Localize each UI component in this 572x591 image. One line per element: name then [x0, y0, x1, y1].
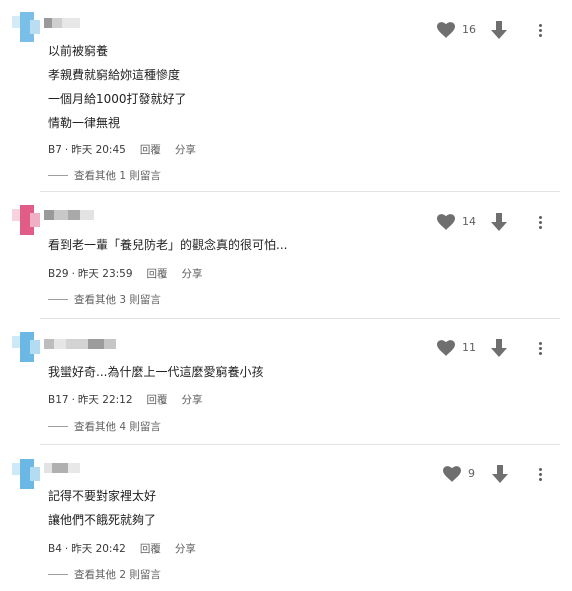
avatar[interactable] — [12, 332, 42, 362]
reply-thread-line — [48, 175, 68, 176]
share-button[interactable]: 分享 — [175, 142, 196, 157]
share-button[interactable]: 分享 — [182, 266, 203, 281]
view-replies-label: 查看其他 3 則留言 — [74, 294, 161, 306]
heart-icon[interactable] — [437, 340, 455, 356]
arrow-down-icon[interactable] — [492, 465, 508, 483]
comment-text-line: 看到老一輩「養兒防老」的觀念真的很可怕... — [48, 238, 288, 252]
view-replies-link[interactable]: 查看其他 1 則留言 — [48, 168, 161, 183]
avatar[interactable] — [12, 205, 42, 235]
view-replies-label: 查看其他 2 則留言 — [74, 569, 161, 581]
floor-number: B4 — [48, 542, 62, 555]
reply-thread-line — [48, 299, 68, 300]
like-count: 11 — [462, 341, 476, 354]
comment-text-line: 情勒一律無視 — [48, 116, 121, 130]
comment-item: 看到老一輩「養兒防老」的觀念真的很可怕... B29 · 昨天 23:59 回覆 … — [0, 192, 572, 318]
username-pixelated — [44, 463, 80, 473]
arrow-down-icon[interactable] — [491, 213, 507, 231]
comment-item: 記得不要對家裡太好 讓他們不餓死就夠了 B4 · 昨天 20:42 回覆 分享 查… — [0, 445, 572, 591]
more-options-icon[interactable] — [535, 214, 545, 231]
arrow-down-icon[interactable] — [491, 339, 507, 357]
comment-meta: B7 · 昨天 20:45 回覆 分享 — [48, 142, 196, 157]
comment-time: 昨天 20:42 — [71, 543, 126, 555]
comment-text-line: 記得不要對家裡太好 — [48, 489, 157, 503]
comment-text-line: 孝親費就窮給妳這種慘度 — [48, 68, 181, 82]
more-options-icon[interactable] — [535, 22, 545, 39]
avatar[interactable] — [12, 12, 42, 42]
like-count: 14 — [462, 215, 476, 228]
comment-text-line: 我蠻好奇...為什麼上一代這麼愛窮養小孩 — [48, 365, 264, 379]
comment-text-line: 讓他們不餓死就夠了 — [48, 513, 157, 527]
comment-time: 昨天 20:45 — [71, 144, 126, 156]
comment-item: 我蠻好奇...為什麼上一代這麼愛窮養小孩 B17 · 昨天 22:12 回覆 分享… — [0, 319, 572, 445]
username-pixelated — [44, 339, 116, 349]
reply-button[interactable]: 回覆 — [147, 392, 168, 407]
reply-button[interactable]: 回覆 — [140, 142, 161, 157]
comment-text-line: 一個月給1000打發就好了 — [48, 92, 187, 106]
floor-number: B29 — [48, 267, 69, 280]
reply-button[interactable]: 回覆 — [147, 266, 168, 281]
comment-text-line: 以前被窮養 — [48, 44, 109, 58]
comment-meta: B17 · 昨天 22:12 回覆 分享 — [48, 392, 203, 407]
username-pixelated — [44, 18, 80, 28]
reply-thread-line — [48, 574, 68, 575]
comment-meta: B29 · 昨天 23:59 回覆 分享 — [48, 266, 203, 281]
view-replies-link[interactable]: 查看其他 4 則留言 — [48, 419, 161, 434]
view-replies-label: 查看其他 4 則留言 — [74, 421, 161, 433]
arrow-down-icon[interactable] — [491, 21, 507, 39]
floor-number: B17 — [48, 393, 69, 406]
share-button[interactable]: 分享 — [182, 392, 203, 407]
like-count: 16 — [462, 23, 476, 36]
share-button[interactable]: 分享 — [175, 541, 196, 556]
comment-meta: B4 · 昨天 20:42 回覆 分享 — [48, 541, 196, 556]
comment-time: 昨天 23:59 — [77, 268, 133, 280]
like-count: 9 — [468, 467, 475, 480]
view-replies-link[interactable]: 查看其他 2 則留言 — [48, 567, 161, 582]
more-options-icon[interactable] — [535, 466, 545, 483]
comment-time: 昨天 22:12 — [77, 394, 133, 406]
reply-button[interactable]: 回覆 — [140, 541, 161, 556]
heart-icon[interactable] — [443, 466, 461, 482]
view-replies-label: 查看其他 1 則留言 — [74, 170, 161, 182]
heart-icon[interactable] — [437, 22, 455, 38]
avatar[interactable] — [12, 459, 42, 489]
reply-thread-line — [48, 426, 68, 427]
floor-number: B7 — [48, 143, 62, 156]
more-options-icon[interactable] — [535, 340, 545, 357]
comment-item: 以前被窮養 孝親費就窮給妳這種慘度 一個月給1000打發就好了 情勒一律無視 B… — [0, 0, 572, 190]
heart-icon[interactable] — [437, 214, 455, 230]
view-replies-link[interactable]: 查看其他 3 則留言 — [48, 292, 161, 307]
username-pixelated — [44, 210, 94, 220]
